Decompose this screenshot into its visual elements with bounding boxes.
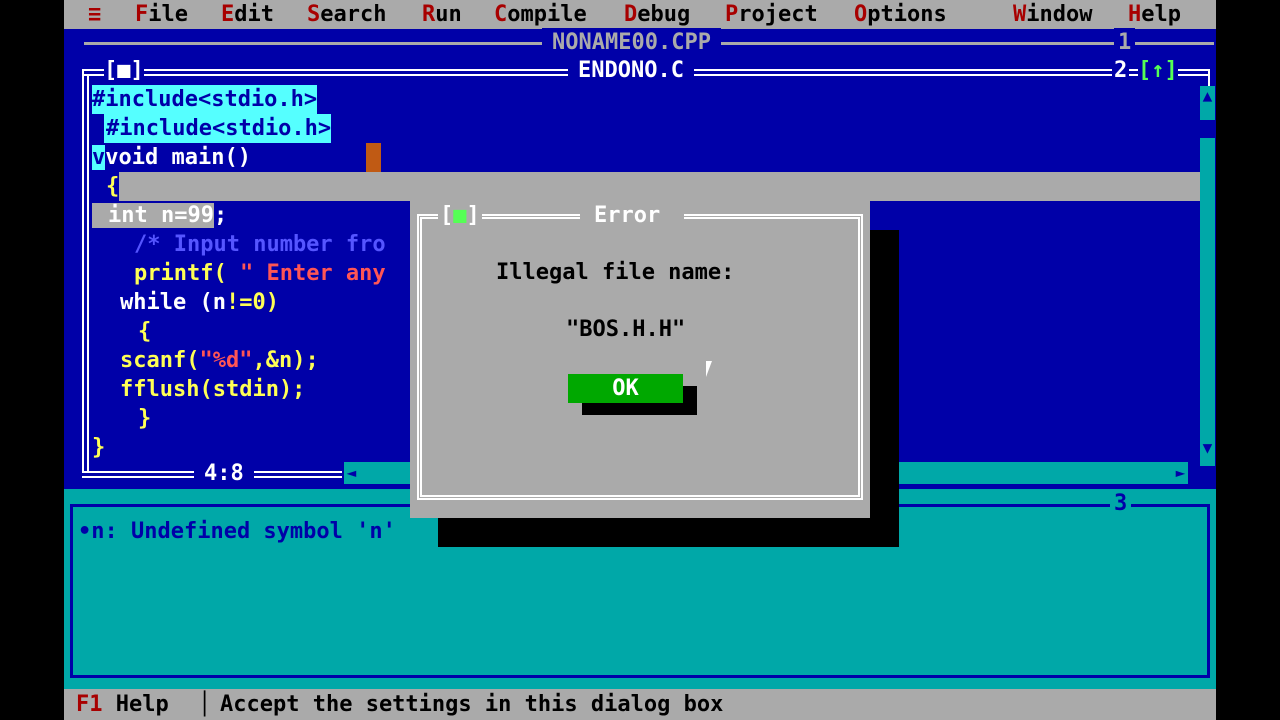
scroll-down-icon[interactable]: ▼ <box>1200 440 1215 456</box>
menu-project[interactable]: Project <box>725 1 818 28</box>
scroll-left-icon[interactable]: ◄ <box>344 465 359 481</box>
code-line-7[interactable]: printf( " Enter any <box>134 259 386 288</box>
vertical-scrollbar[interactable] <box>1200 86 1215 466</box>
menu-debug[interactable]: Debug <box>624 1 690 28</box>
dialog-frame <box>417 214 863 500</box>
menu-bar: ≡ File Edit Search Run Compile Debug Pro… <box>64 0 1216 29</box>
back-window-number: 1 <box>1114 28 1136 57</box>
editor-title[interactable]: ENDONO.C <box>568 56 694 85</box>
scroll-up-icon[interactable]: ▲ <box>1200 88 1215 104</box>
menu-help[interactable]: Help <box>1128 1 1181 28</box>
error-message: Illegal file name: <box>496 260 735 285</box>
code-line-12[interactable]: } <box>138 404 151 433</box>
message-line[interactable]: •n: Undefined symbol 'n' <box>78 517 396 546</box>
text-cursor <box>366 143 381 172</box>
message-window-number: 3 <box>1110 489 1132 518</box>
dialog-close-box[interactable]: [■] <box>438 201 482 230</box>
code-line-5[interactable]: int n=99; <box>92 201 227 230</box>
code-line-1[interactable]: #include<stdio.h> <box>92 85 318 114</box>
code-line-6[interactable]: /* Input number fro <box>134 230 386 259</box>
status-message: Accept the settings in this dialog box <box>220 692 724 717</box>
menu-window[interactable]: Window <box>1013 1 1092 28</box>
code-line-3[interactable]: vvoid main() <box>92 143 251 172</box>
status-separator: │ <box>198 692 212 717</box>
cursor-position: 4:8 <box>194 459 254 488</box>
editor-close-box[interactable]: [■] <box>104 56 144 85</box>
code-line-8[interactable]: while (n!=0) <box>120 288 279 317</box>
error-filename: "BOS.H.H" <box>566 317 686 342</box>
editor-frame-left <box>82 69 84 473</box>
code-line-9[interactable]: { <box>138 317 151 346</box>
menu-run[interactable]: Run <box>422 1 462 28</box>
vertical-scroll-thumb[interactable] <box>1200 120 1215 138</box>
code-line-13[interactable]: } <box>92 433 105 462</box>
menu-options[interactable]: Options <box>854 1 947 28</box>
status-help-key[interactable]: F1 Help <box>76 690 169 719</box>
menu-file[interactable]: File <box>135 1 188 28</box>
editor-frame-left-inner <box>87 74 89 473</box>
editor-zoom-box[interactable]: [↑] <box>1138 56 1178 85</box>
dialog-title: Error <box>594 203 661 228</box>
editor-frame-right <box>1208 69 1210 87</box>
system-menu[interactable]: ≡ <box>88 1 101 28</box>
editor-window-number: 2 <box>1112 56 1130 85</box>
turbo-c-screen: ≡ File Edit Search Run Compile Debug Pro… <box>64 0 1216 720</box>
status-bar: F1 Help │ Accept the settings in this di… <box>64 689 1216 720</box>
code-line-10[interactable]: scanf("%d",&n); <box>120 346 319 375</box>
scroll-right-icon[interactable]: ► <box>1173 465 1188 481</box>
code-line-11[interactable]: fflush(stdin); <box>120 375 305 404</box>
code-line-4[interactable]: { <box>106 172 119 201</box>
mouse-pointer-icon <box>706 361 718 377</box>
menu-edit[interactable]: Edit <box>221 1 274 28</box>
menu-search[interactable]: Search <box>307 1 386 28</box>
code-line-2[interactable]: #include<stdio.h> <box>104 114 332 143</box>
menu-compile[interactable]: Compile <box>494 1 587 28</box>
block-highlight <box>119 172 1201 201</box>
back-window-title[interactable]: NONAME00.CPP <box>542 28 721 57</box>
error-dialog: [■] Error Illegal file name: "BOS.H.H" O… <box>410 201 870 518</box>
ok-button[interactable]: OK <box>568 374 683 403</box>
